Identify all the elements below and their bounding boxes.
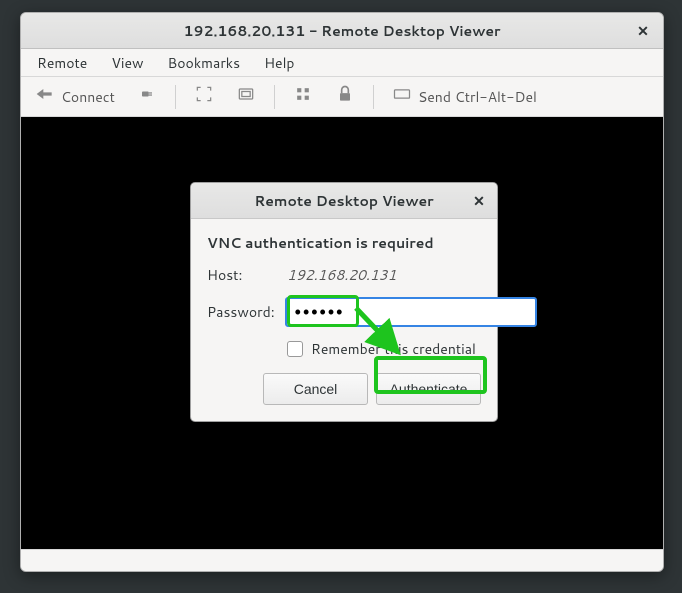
lock-icon bbox=[335, 84, 355, 109]
fullscreen-button[interactable] bbox=[186, 80, 222, 113]
dialog-title: Remote Desktop Viewer bbox=[254, 191, 433, 211]
titlebar: 192.168.20.131 - Remote Desktop Viewer ✕ bbox=[21, 13, 663, 49]
plug-icon bbox=[137, 84, 157, 109]
separator bbox=[175, 85, 176, 109]
menubar: Remote View Bookmarks Help bbox=[21, 49, 663, 77]
close-icon[interactable]: ✕ bbox=[633, 21, 653, 41]
dialog-buttons: Cancel Authenticate bbox=[263, 373, 481, 405]
send-ctrlaltdel-button[interactable]: Send Ctrl-Alt-Del bbox=[384, 80, 545, 113]
connect-icon bbox=[35, 84, 55, 109]
dialog-close-icon[interactable]: ✕ bbox=[469, 191, 489, 211]
menu-remote[interactable]: Remote bbox=[27, 49, 97, 77]
host-row: Host: 192.168.20.131 bbox=[207, 265, 481, 285]
password-input[interactable] bbox=[285, 297, 537, 327]
cancel-button[interactable]: Cancel bbox=[263, 373, 368, 405]
grid-icon bbox=[293, 84, 313, 109]
menu-bookmarks[interactable]: Bookmarks bbox=[158, 49, 251, 77]
host-value: 192.168.20.131 bbox=[287, 265, 396, 285]
host-label: Host: bbox=[207, 265, 277, 285]
fullscreen-icon bbox=[194, 84, 214, 109]
password-row: Password: bbox=[207, 297, 481, 327]
dialog-heading: VNC authentication is required bbox=[207, 233, 481, 253]
scaling-button[interactable] bbox=[327, 80, 363, 113]
toolbar: Connect bbox=[21, 77, 663, 117]
remember-row: Remember this credential bbox=[287, 339, 481, 359]
separator bbox=[373, 85, 374, 109]
ctrlaltdel-label: Send Ctrl-Alt-Del bbox=[418, 87, 537, 107]
separator bbox=[274, 85, 275, 109]
connect-button[interactable]: Connect bbox=[27, 80, 123, 113]
password-label: Password: bbox=[207, 302, 275, 322]
dialog-body: VNC authentication is required Host: 192… bbox=[191, 219, 497, 421]
menu-view[interactable]: View bbox=[101, 49, 153, 77]
dialog-titlebar: Remote Desktop Viewer ✕ bbox=[191, 183, 497, 219]
authenticate-button[interactable]: Authenticate bbox=[376, 373, 481, 405]
viewonly-button[interactable] bbox=[285, 80, 321, 113]
window-title: 192.168.20.131 - Remote Desktop Viewer bbox=[183, 21, 500, 41]
disconnect-button[interactable] bbox=[129, 80, 165, 113]
statusbar bbox=[21, 549, 663, 571]
remember-checkbox[interactable] bbox=[287, 341, 303, 357]
screenshot-icon bbox=[236, 84, 256, 109]
connect-label: Connect bbox=[61, 87, 115, 107]
menu-help[interactable]: Help bbox=[254, 49, 304, 77]
screenshot-button[interactable] bbox=[228, 80, 264, 113]
keyboard-icon bbox=[392, 84, 412, 109]
remember-label: Remember this credential bbox=[311, 339, 476, 359]
auth-dialog: Remote Desktop Viewer ✕ VNC authenticati… bbox=[190, 182, 498, 422]
